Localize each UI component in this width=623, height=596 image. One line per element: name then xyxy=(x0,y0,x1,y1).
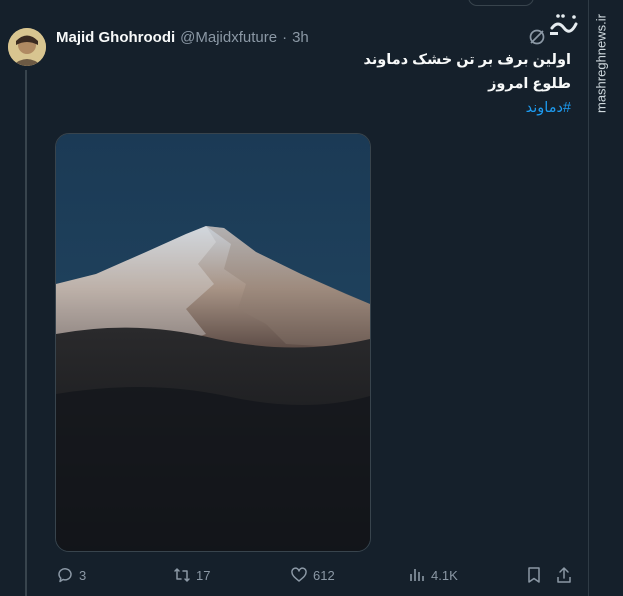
reply-button[interactable]: 3 xyxy=(56,562,86,588)
tweet-text-line1: اولین برف بر تن خشک دماوند xyxy=(363,52,571,68)
heart-icon xyxy=(291,567,307,582)
mashregh-logo-icon xyxy=(550,14,578,35)
views-count: 4.1K xyxy=(431,567,458,583)
avatar[interactable] xyxy=(8,28,46,66)
bookmark-icon xyxy=(528,567,540,583)
bookmark-button[interactable] xyxy=(525,562,543,588)
retweet-count: 17 xyxy=(196,567,211,583)
separator-dot: · xyxy=(282,28,288,46)
reply-count: 3 xyxy=(79,567,87,583)
tweet-time[interactable]: 3h xyxy=(292,29,309,46)
share-button[interactable] xyxy=(555,562,573,588)
reply-icon xyxy=(58,568,72,583)
like-button[interactable]: 612 xyxy=(290,562,335,588)
author-handle[interactable]: @Majidxfuture xyxy=(180,29,277,46)
views-icon xyxy=(410,569,424,581)
views-button[interactable]: 4.1K xyxy=(408,562,458,588)
avatar-image xyxy=(8,28,46,66)
tweet-photo[interactable] xyxy=(55,133,371,552)
author-name[interactable]: Majid Ghohroodi xyxy=(56,29,175,46)
watermark-site-text: mashreghnews.ir xyxy=(593,14,609,113)
grok-icon[interactable] xyxy=(528,28,546,46)
show-more-pill[interactable] xyxy=(468,0,534,6)
like-count: 612 xyxy=(313,567,335,583)
retweet-icon xyxy=(174,568,190,582)
tweet-text: اولین برف بر تن خشک دماوند طلوع امروز #د… xyxy=(211,48,571,120)
watermark-site: mashreghnews.ir xyxy=(589,12,613,124)
tweet-actions: 3 17 612 4.1K xyxy=(0,562,623,588)
mountain-photo xyxy=(56,134,370,551)
tweet-header: Majid Ghohroodi @Majidxfuture · 3h xyxy=(56,28,309,46)
thread-line xyxy=(25,70,27,596)
tweet-text-line2: طلوع امروز xyxy=(488,76,571,92)
watermark-logo xyxy=(548,10,582,40)
hashtag-link[interactable]: #دماوند xyxy=(211,96,571,120)
share-icon xyxy=(557,567,571,583)
retweet-button[interactable]: 17 xyxy=(173,562,210,588)
